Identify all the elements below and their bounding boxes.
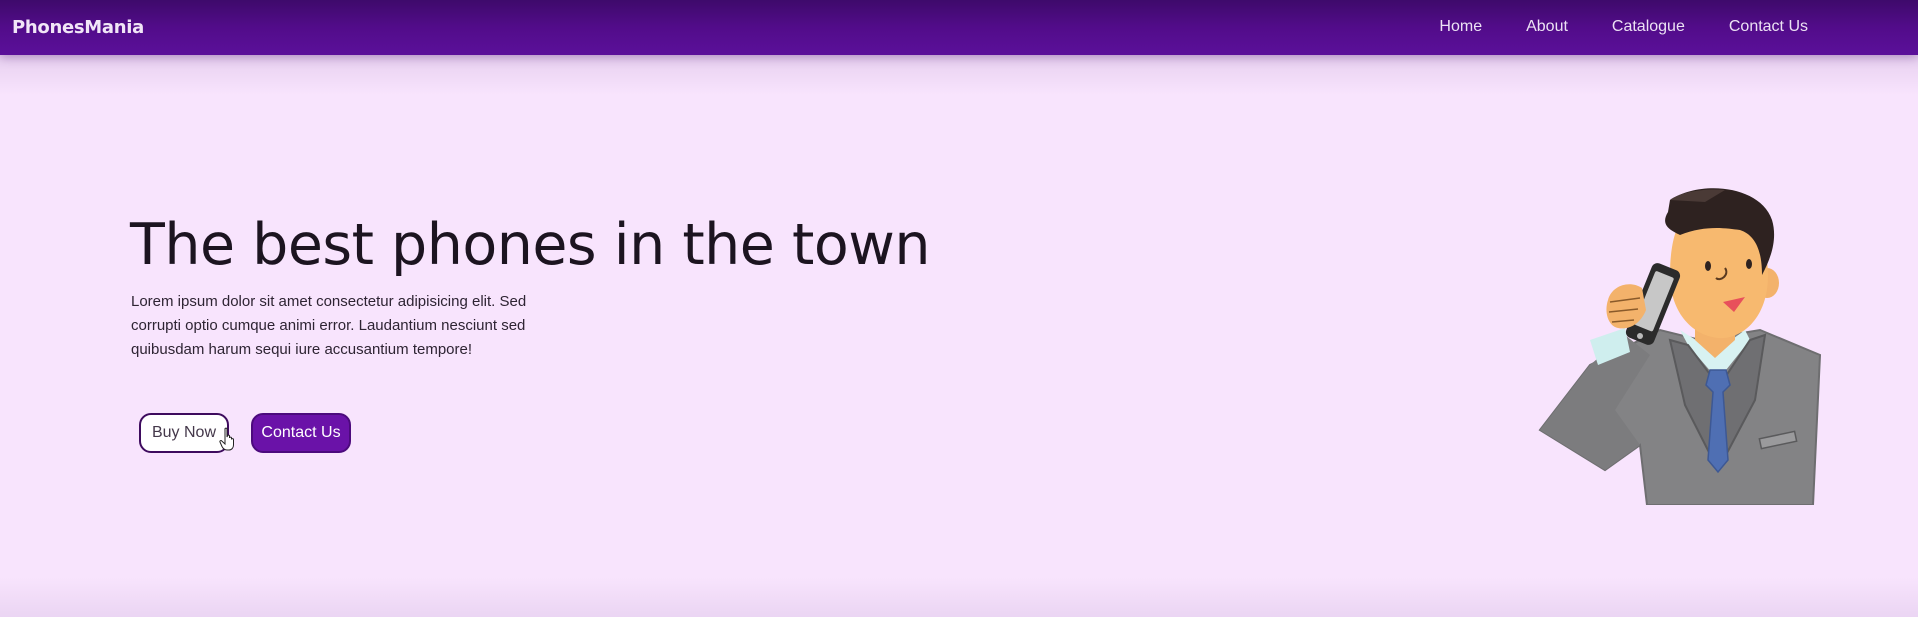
hero-bottom-shade	[0, 577, 1918, 617]
nav-link-home[interactable]: Home	[1439, 18, 1482, 36]
hand-pointer-cursor-icon	[219, 427, 234, 451]
buy-now-button[interactable]: Buy Now	[139, 413, 229, 453]
hero-top-shade	[0, 55, 1918, 95]
contact-us-button[interactable]: Contact Us	[251, 413, 351, 453]
hero-title: The best phones in the town	[130, 212, 930, 278]
businessman-on-phone-illustration	[1538, 188, 1822, 505]
nav-link-catalogue[interactable]: Catalogue	[1612, 18, 1685, 36]
nav-link-about[interactable]: About	[1526, 18, 1568, 36]
navbar: PhonesMania Home About Catalogue Contact…	[0, 0, 1918, 55]
brand-logo[interactable]: PhonesMania	[12, 17, 144, 38]
nav-link-contact-us[interactable]: Contact Us	[1729, 18, 1808, 36]
hero-description: Lorem ipsum dolor sit amet consectetur a…	[131, 293, 527, 358]
nav-links: Home About Catalogue Contact Us	[1395, 18, 1808, 36]
